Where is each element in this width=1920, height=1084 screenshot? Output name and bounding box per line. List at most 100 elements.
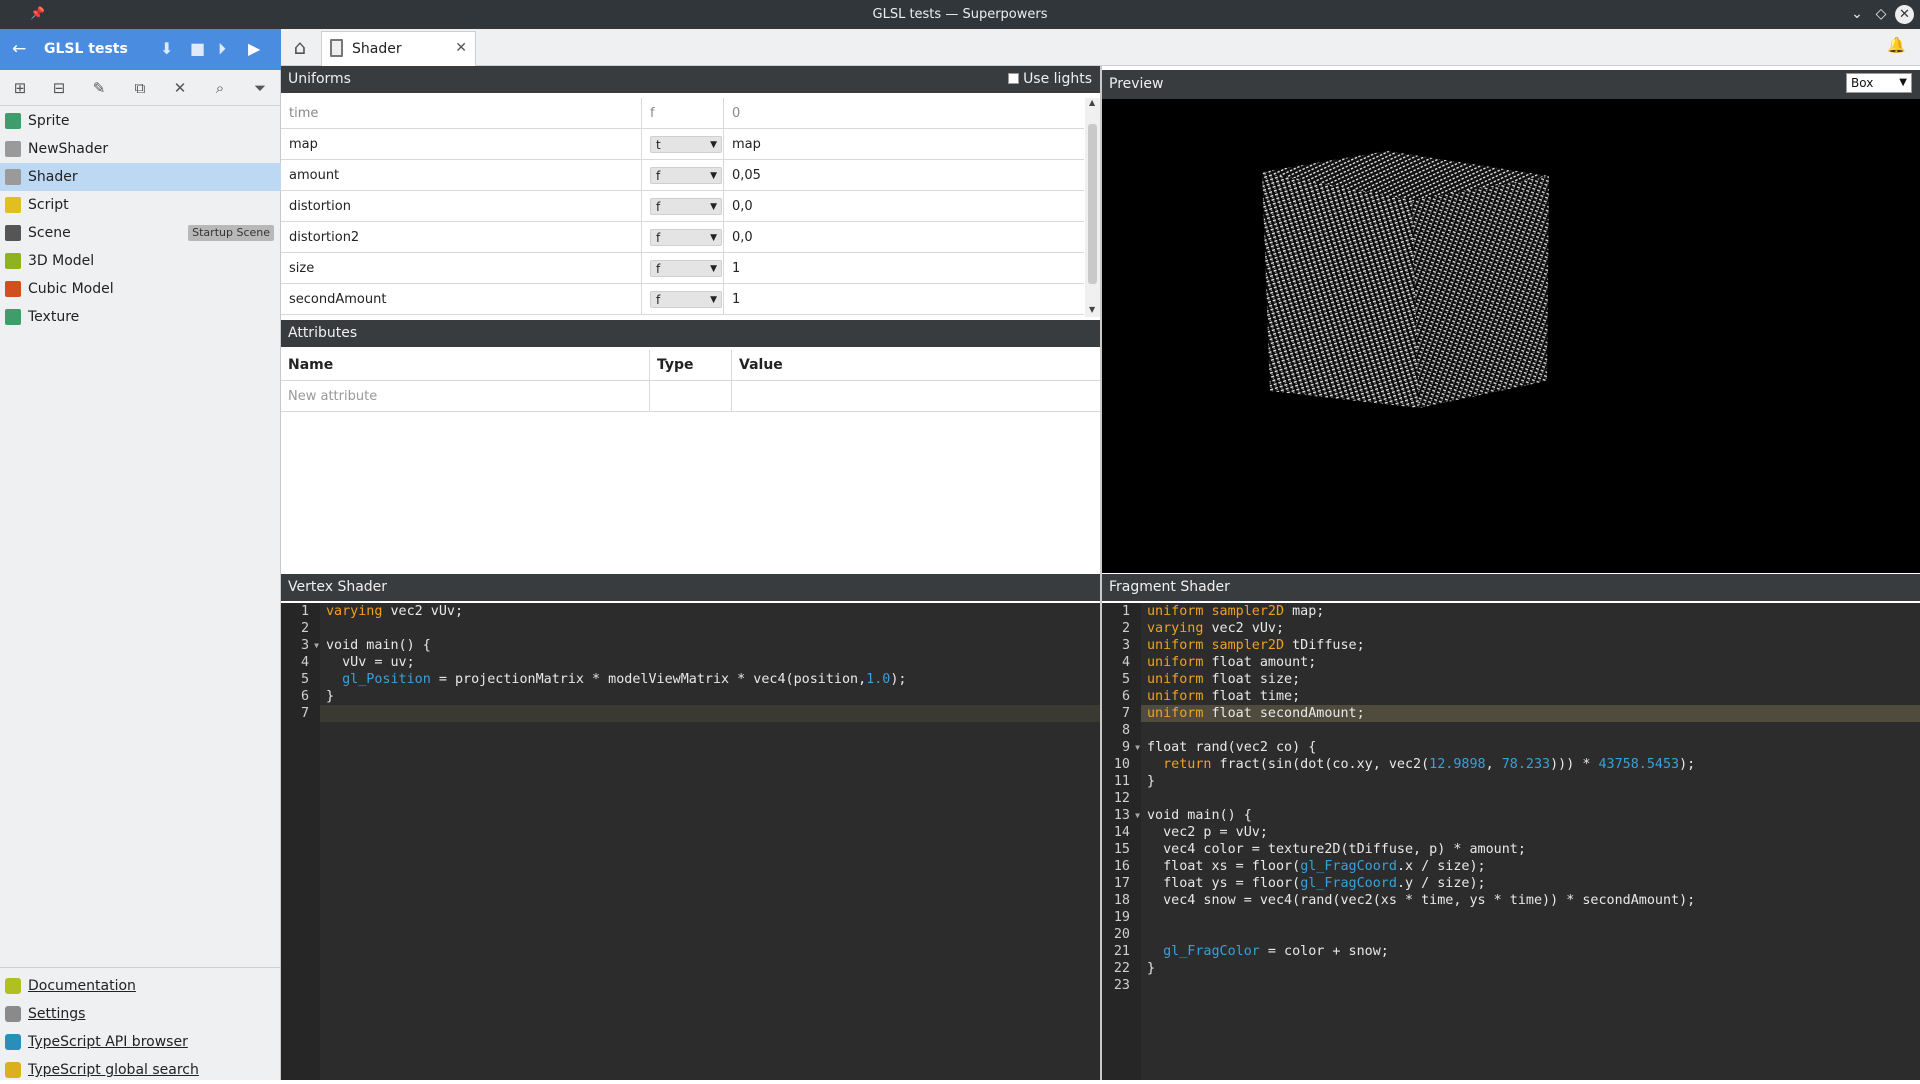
code-line[interactable]: void main() { [320,637,1100,654]
code-line[interactable]: float rand(vec2 co) { [1141,739,1920,756]
run-icon[interactable]: ▶ [248,39,260,58]
use-lights-checkbox[interactable] [1008,73,1020,84]
code-line[interactable]: } [1141,773,1920,790]
code-line[interactable]: varying vec2 vUv; [1141,620,1920,637]
uniform-type-select[interactable]: f ▼ [650,167,722,184]
fragment-shader-editor[interactable]: 1 2 3 4 5 6 7 8 9 ▼ 10 11 12 13 ▼ 14 15 16 17 18 19 20 21 22 23 … [1102,603,1920,1080]
code-line[interactable]: float xs = floor(gl_FragCoord.x / size); [1141,858,1920,875]
scroll-down-icon[interactable]: ▼ [1089,305,1095,314]
uniform-name-input[interactable]: distortion [281,191,642,222]
shader-preview-viewport[interactable] [1102,99,1920,573]
scroll-up-icon[interactable]: ▲ [1089,98,1095,107]
code-line[interactable] [1141,926,1920,943]
asset-item-scene[interactable]: Scene Startup Scene [0,219,281,247]
code-line[interactable] [1141,977,1920,994]
use-lights-toggle[interactable]: Use lights [1008,66,1092,93]
stop-icon[interactable]: ■ [190,39,205,58]
new-attribute-type[interactable] [650,381,732,412]
close-window-icon[interactable]: ✕ [1895,5,1914,24]
new-folder-icon[interactable]: ⊟ [49,78,69,98]
duplicate-icon[interactable]: ⧉ [130,78,150,98]
back-arrow-icon[interactable]: ← [12,39,26,59]
code-line[interactable]: vec4 color = texture2D(tDiffuse, p) * am… [1141,841,1920,858]
uniform-type-select[interactable]: f ▼ [650,291,722,308]
code-line[interactable]: uniform float amount; [1141,654,1920,671]
asset-item-newshader[interactable]: NewShader [0,135,281,163]
search-icon[interactable]: ⌕ [210,78,230,98]
asset-item-cubic-model[interactable]: Cubic Model [0,275,281,303]
vertex-shader-editor[interactable]: 1 2 3 ▼ 4 5 6 7 varying vec2 vUv; void main() { … [281,603,1100,1080]
new-uniform-row[interactable]: time f 0 [281,98,1084,129]
close-tab-icon[interactable]: ✕ [455,40,467,56]
uniforms-scrollbar[interactable]: ▲ ▼ [1085,98,1100,317]
uniform-name-input[interactable]: distortion2 [281,222,642,253]
new-attribute-value[interactable] [732,381,1100,412]
uniform-name-input[interactable]: amount [281,160,642,191]
code-line[interactable]: varying vec2 vUv; [320,603,1100,620]
uniform-type-select[interactable]: t ▼ [650,136,722,153]
link-settings[interactable]: Settings [0,1000,281,1028]
code-line[interactable]: uniform sampler2D map; [1141,603,1920,620]
uniform-value-input[interactable]: 0,0 [724,191,1084,222]
new-uniform-value[interactable]: 0 [724,98,1084,129]
delete-icon[interactable]: ✕ [170,78,190,98]
fold-arrow-icon[interactable]: ▼ [1135,739,1140,756]
code-line[interactable]: uniform sampler2D tDiffuse; [1141,637,1920,654]
uniform-value-input[interactable]: 0,0 [724,222,1084,253]
uniform-type-select[interactable]: f ▼ [650,198,722,215]
uniform-value-input[interactable]: 0,05 [724,160,1084,191]
new-attribute-row[interactable]: New attribute [281,381,1100,412]
home-icon[interactable]: ⌂ [287,34,313,60]
asset-item-sprite[interactable]: Sprite [0,107,281,135]
code-line[interactable]: gl_Position = projectionMatrix * modelVi… [320,671,1100,688]
notification-bell-icon[interactable]: 🔔 [1887,36,1906,54]
new-attribute-input[interactable]: New attribute [281,381,650,412]
code-line[interactable] [1141,722,1920,739]
link-documentation[interactable]: Documentation [0,972,281,1000]
uniform-type-select[interactable]: f ▼ [650,229,722,246]
uniform-value-input[interactable]: 1 [724,253,1084,284]
uniform-name-input[interactable]: secondAmount [281,284,642,315]
code-area[interactable]: varying vec2 vUv; void main() { vUv = uv;… [320,603,1100,1080]
tab-shader[interactable]: Shader ✕ [321,31,476,66]
code-line[interactable]: vec2 p = vUv; [1141,824,1920,841]
code-line[interactable]: uniform float size; [1141,671,1920,688]
filter-icon[interactable]: ⏷ [250,78,270,98]
download-icon[interactable]: ⬇ [160,39,173,58]
scrollbar-thumb[interactable] [1088,124,1097,284]
code-area[interactable]: uniform sampler2D map; varying vec2 vUv; u… [1141,603,1920,1080]
rename-icon[interactable]: ✎ [89,78,109,98]
uniform-value-input[interactable]: 1 [724,284,1084,315]
code-line[interactable] [320,705,1100,722]
code-line[interactable]: uniform float secondAmount; [1141,705,1920,722]
new-asset-icon[interactable]: ⊞ [10,78,30,98]
fold-arrow-icon[interactable]: ▼ [314,637,319,654]
code-line[interactable]: float ys = floor(gl_FragCoord.y / size); [1141,875,1920,892]
uniform-name-input[interactable]: size [281,253,642,284]
code-line[interactable] [1141,909,1920,926]
debug-run-icon[interactable]: ⏵ [218,39,226,59]
maximize-icon[interactable]: ◇ [1870,3,1892,25]
preview-shape-select[interactable]: Box ▼ [1846,73,1912,93]
code-line[interactable]: vec4 snow = vec4(rand(vec2(xs * time, ys… [1141,892,1920,909]
link-typescript-api-browser[interactable]: TypeScript API browser [0,1028,281,1056]
uniform-value-input[interactable]: map [724,129,1084,160]
code-line[interactable]: vUv = uv; [320,654,1100,671]
new-uniform-type[interactable]: f [642,98,724,129]
code-line[interactable]: } [320,688,1100,705]
minimize-icon[interactable]: ⌄ [1846,3,1868,25]
code-line[interactable]: return fract(sin(dot(co.xy, vec2(12.9898… [1141,756,1920,773]
code-line[interactable] [320,620,1100,637]
uniform-type-select[interactable]: f ▼ [650,260,722,277]
code-line[interactable]: gl_FragColor = color + snow; [1141,943,1920,960]
asset-item-shader[interactable]: Shader [0,163,281,191]
code-line[interactable] [1141,790,1920,807]
asset-item-3d-model[interactable]: 3D Model [0,247,281,275]
code-line[interactable]: void main() { [1141,807,1920,824]
code-line[interactable]: } [1141,960,1920,977]
uniform-name-input[interactable]: map [281,129,642,160]
asset-item-texture[interactable]: Texture [0,303,281,331]
code-line[interactable]: uniform float time; [1141,688,1920,705]
new-uniform-name[interactable]: time [281,98,642,129]
asset-item-script[interactable]: Script [0,191,281,219]
